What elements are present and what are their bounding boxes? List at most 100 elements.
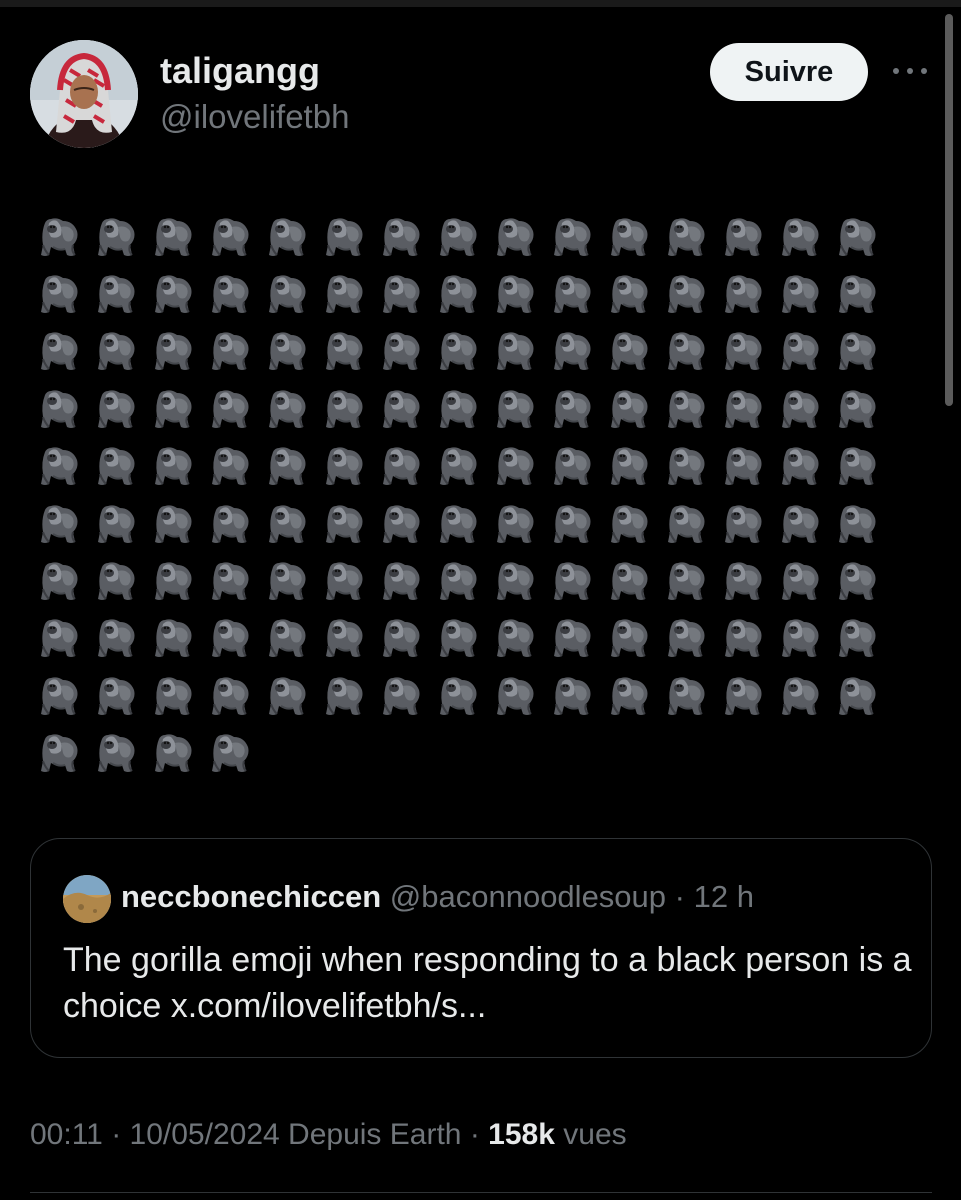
gorilla-icon (201, 493, 258, 550)
tweet-date[interactable]: 10/05/2024 (130, 1118, 280, 1151)
gorilla-icon (30, 665, 87, 722)
gorilla-icon (600, 378, 657, 435)
gorilla-icon (828, 263, 885, 320)
gorilla-icon (315, 665, 372, 722)
quoted-author-avatar-image (63, 875, 111, 923)
gorilla-icon (144, 550, 201, 607)
gorilla-icon (144, 436, 201, 493)
author-avatar[interactable] (30, 40, 138, 148)
gorilla-icon (315, 321, 372, 378)
gorilla-icon (372, 436, 429, 493)
gorilla-icon (600, 263, 657, 320)
gorilla-icon (600, 665, 657, 722)
gorilla-icon (714, 378, 771, 435)
gorilla-icon (315, 493, 372, 550)
tweet-time[interactable]: 00:11 (30, 1118, 103, 1151)
gorilla-icon (657, 436, 714, 493)
gorilla-icon (201, 723, 258, 780)
gorilla-icon (486, 321, 543, 378)
quoted-tweet-text: The gorilla emoji when responding to a b… (63, 941, 912, 1025)
gorilla-icon (828, 206, 885, 263)
gorilla-icon (714, 206, 771, 263)
gorilla-icon (258, 608, 315, 665)
follow-button[interactable]: Suivre (710, 43, 868, 101)
gorilla-icon (315, 550, 372, 607)
gorilla-icon (486, 206, 543, 263)
gorilla-icon (372, 263, 429, 320)
gorilla-icon (771, 436, 828, 493)
gorilla-icon (486, 608, 543, 665)
more-options-button[interactable] (888, 58, 932, 84)
gorilla-icon (771, 263, 828, 320)
gorilla-icon (543, 550, 600, 607)
gorilla-icon (714, 436, 771, 493)
views-count[interactable]: 158k (488, 1118, 555, 1151)
gorilla-icon (657, 321, 714, 378)
gorilla-icon (30, 550, 87, 607)
quoted-author-handle[interactable]: @baconnoodlesoup (390, 879, 666, 914)
gorilla-icon (543, 665, 600, 722)
gorilla-icon (771, 321, 828, 378)
gorilla-icon (657, 206, 714, 263)
gorilla-icon (486, 550, 543, 607)
gorilla-icon (771, 493, 828, 550)
gorilla-icon (87, 493, 144, 550)
gorilla-icon (144, 723, 201, 780)
tweet-body (30, 206, 890, 780)
gorilla-icon (258, 321, 315, 378)
views-label: vues (563, 1118, 627, 1151)
gorilla-icon (828, 436, 885, 493)
quoted-tweet-time[interactable]: 12 h (694, 879, 754, 914)
gorilla-icon (828, 665, 885, 722)
gorilla-icon (828, 378, 885, 435)
gorilla-icon (828, 550, 885, 607)
gorilla-icon (429, 550, 486, 607)
more-horizontal-icon (893, 68, 927, 74)
top-edge (0, 0, 961, 7)
gorilla-icon (315, 378, 372, 435)
gorilla-icon (600, 206, 657, 263)
scrollbar[interactable] (945, 14, 953, 406)
gorilla-icon (315, 436, 372, 493)
gorilla-icon (30, 263, 87, 320)
gorilla-icon (201, 378, 258, 435)
gorilla-icon (201, 665, 258, 722)
gorilla-icon (657, 608, 714, 665)
gorilla-icon (372, 493, 429, 550)
gorilla-icon (657, 378, 714, 435)
gorilla-icon (429, 321, 486, 378)
gorilla-icon (828, 493, 885, 550)
quoted-tweet-header: neccbonechiccen @baconnoodlesoup · 12 h (121, 879, 754, 915)
gorilla-icon (771, 378, 828, 435)
quoted-author-avatar[interactable] (63, 875, 111, 923)
gorilla-icon (600, 321, 657, 378)
gorilla-icon (771, 550, 828, 607)
quoted-tweet-card[interactable]: neccbonechiccen @baconnoodlesoup · 12 h … (30, 838, 932, 1058)
tweet-source: Depuis Earth (288, 1118, 462, 1151)
gorilla-icon (315, 206, 372, 263)
author-handle[interactable]: @ilovelifetbh (160, 98, 349, 136)
gorilla-icon (543, 608, 600, 665)
gorilla-icon (201, 206, 258, 263)
gorilla-icon (600, 550, 657, 607)
gorilla-icon (144, 206, 201, 263)
gorilla-icon (372, 550, 429, 607)
gorilla-icon (87, 550, 144, 607)
gorilla-icon (429, 665, 486, 722)
gorilla-icon (543, 321, 600, 378)
gorilla-icon (258, 493, 315, 550)
gorilla-icon (87, 263, 144, 320)
gorilla-icon (87, 436, 144, 493)
gorilla-icon (429, 263, 486, 320)
tweet-metadata: 00:11 · 10/05/2024 Depuis Earth · 158k v… (30, 1118, 627, 1152)
gorilla-icon (144, 321, 201, 378)
quoted-author-name[interactable]: neccbonechiccen (121, 879, 381, 914)
gorilla-icon (201, 263, 258, 320)
gorilla-icon (30, 206, 87, 263)
gorilla-icon (543, 206, 600, 263)
gorilla-icon (87, 206, 144, 263)
author-name[interactable]: taligangg (160, 50, 320, 92)
gorilla-icon (30, 378, 87, 435)
gorilla-icon (429, 608, 486, 665)
gorilla-icon (543, 378, 600, 435)
